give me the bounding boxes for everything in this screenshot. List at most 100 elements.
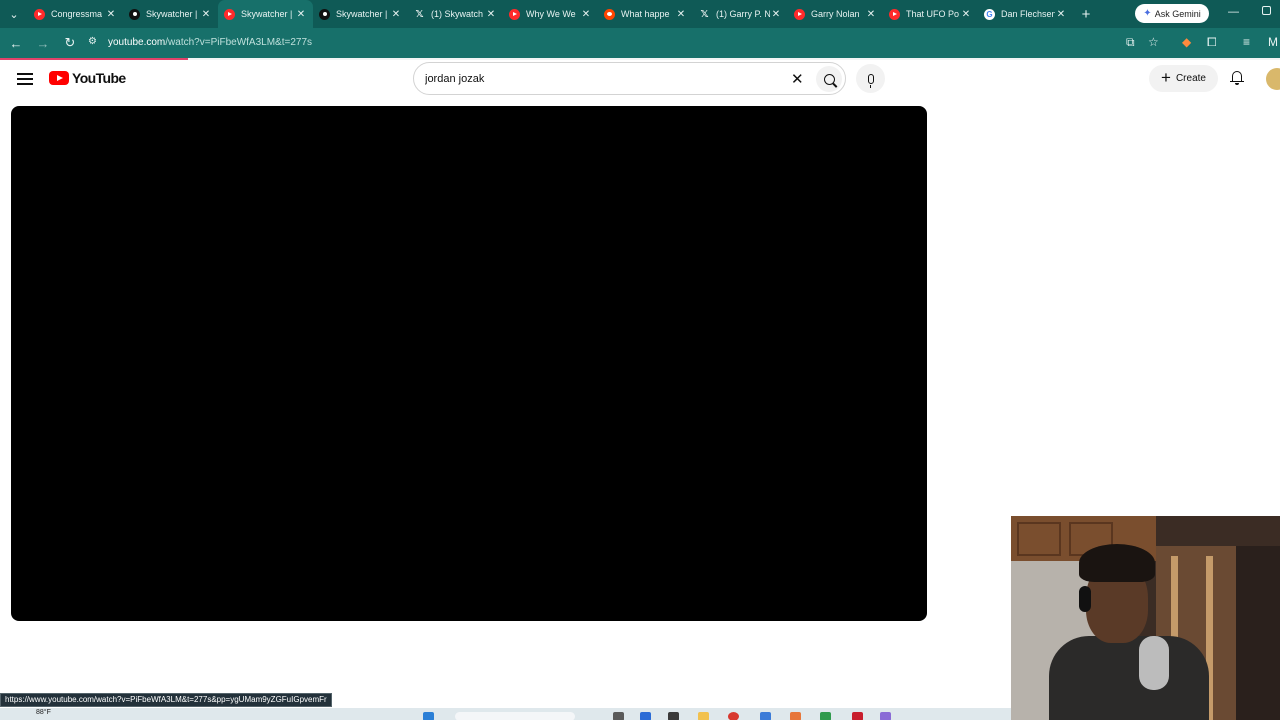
taskbar-search-box[interactable]: [455, 712, 575, 720]
close-tab-icon[interactable]: ✕: [580, 9, 592, 20]
maximize-window-icon[interactable]: [1262, 6, 1271, 15]
close-tab-icon[interactable]: ✕: [390, 9, 402, 20]
tab-title: Congressma: [51, 9, 103, 19]
app-icon[interactable]: [852, 712, 863, 720]
browser-tab[interactable]: 𝕏 (1) Skywatch ✕: [408, 0, 503, 28]
search-input[interactable]: [425, 72, 775, 85]
close-tab-icon[interactable]: ✕: [200, 9, 212, 20]
app-icon[interactable]: [820, 712, 831, 720]
tab-title: Skywatcher |: [146, 9, 198, 19]
close-tab-icon[interactable]: ✕: [485, 9, 497, 20]
browser-tab[interactable]: G Dan Flechsen ✕: [978, 0, 1073, 28]
plus-icon: +: [1161, 68, 1171, 87]
tab-list: Congressma ✕ Skywatcher | ✕ Skywatcher | ✕ …: [28, 0, 1097, 28]
app-icon[interactable]: [668, 712, 679, 720]
close-tab-icon[interactable]: ✕: [865, 9, 877, 20]
guide-menu-icon[interactable]: [16, 70, 34, 88]
extension-fox-icon[interactable]: ◆: [1182, 35, 1191, 49]
browser-tab[interactable]: What happe ✕: [598, 0, 693, 28]
close-tab-icon[interactable]: ✕: [675, 9, 687, 20]
youtube-icon: [889, 8, 900, 20]
search-button[interactable]: [816, 66, 842, 92]
close-tab-icon[interactable]: ✕: [295, 9, 307, 20]
task-view-icon[interactable]: [613, 712, 624, 720]
windows-start-icon[interactable]: [423, 712, 434, 720]
browser-tab-active[interactable]: Skywatcher | ✕: [218, 0, 313, 28]
ask-gemini-button[interactable]: ✦ Ask Gemini: [1135, 4, 1209, 23]
forward-arrow-icon[interactable]: →: [31, 31, 55, 55]
background-dark-area: [1236, 546, 1280, 720]
url-path: /watch?v=PiFbeWfA3LM&t=277s: [165, 37, 313, 48]
ask-gemini-label: Ask Gemini: [1154, 8, 1201, 19]
create-label: Create: [1175, 73, 1206, 84]
url-domain: youtube.com: [108, 37, 166, 48]
close-tab-icon[interactable]: ✕: [1055, 9, 1067, 20]
browser-tab[interactable]: Why We We ✕: [503, 0, 598, 28]
page-load-progress-bar: [0, 58, 188, 60]
tab-title: (1) Garry P. N: [716, 9, 770, 19]
browser-tab[interactable]: Congressma ✕: [28, 0, 123, 28]
browser-tab[interactable]: Skywatcher | ✕: [123, 0, 218, 28]
tab-title: Why We We: [526, 9, 576, 19]
search-box: ✕: [413, 62, 846, 95]
notifications-bell-icon[interactable]: [1230, 70, 1244, 86]
reddit-icon: [604, 8, 615, 20]
tiktok-icon: [319, 8, 330, 20]
app-icon[interactable]: [880, 712, 891, 720]
tab-title: Dan Flechsen: [1001, 9, 1055, 19]
tab-title: Garry Nolan: [811, 9, 860, 19]
youtube-icon: [224, 8, 235, 20]
webcam-overlay: [1011, 516, 1280, 720]
link-hover-status: https://www.youtube.com/watch?v=PiFbeWfA…: [0, 693, 332, 707]
profile-icon[interactable]: M: [1268, 35, 1278, 49]
podcast-microphone: [1139, 636, 1169, 690]
video-player[interactable]: [11, 106, 927, 621]
chrome-icon[interactable]: [728, 712, 739, 720]
youtube-icon: [34, 8, 45, 20]
windows-taskbar: 88°F: [0, 708, 1011, 720]
browser-tab[interactable]: Garry Nolan ✕: [788, 0, 883, 28]
app-icon[interactable]: [640, 712, 651, 720]
install-app-icon[interactable]: ⧉: [1126, 35, 1135, 50]
browser-toolbar: ← → ↻ ⚙ youtube.com/watch?v=PiFbeWfA3LM&…: [0, 28, 1280, 58]
youtube-icon: [794, 8, 805, 20]
address-bar[interactable]: youtube.com/watch?v=PiFbeWfA3LM&t=277s: [108, 37, 312, 48]
create-button[interactable]: + Create: [1149, 65, 1218, 92]
cabinet-door: [1017, 522, 1061, 556]
new-tab-button[interactable]: +: [1075, 0, 1097, 28]
youtube-logo[interactable]: YouTube: [49, 70, 126, 86]
close-tab-icon[interactable]: ✕: [960, 9, 972, 20]
voice-search-button[interactable]: [856, 64, 885, 93]
reading-list-icon[interactable]: ≡: [1243, 35, 1250, 49]
site-settings-icon[interactable]: ⚙: [88, 36, 97, 47]
minimize-window-icon[interactable]: —: [1228, 6, 1239, 18]
person-torso: [1049, 636, 1209, 720]
youtube-icon: [509, 8, 520, 20]
close-tab-icon[interactable]: ✕: [105, 9, 117, 20]
google-icon: G: [984, 8, 995, 20]
clear-search-icon[interactable]: ✕: [791, 70, 804, 88]
back-arrow-icon[interactable]: ←: [4, 31, 28, 55]
weather-widget[interactable]: 88°F: [36, 709, 51, 716]
browser-tab[interactable]: That UFO Po ✕: [883, 0, 978, 28]
search-icon: [823, 73, 835, 85]
tab-search-chevron-icon[interactable]: ⌄: [0, 0, 28, 28]
account-avatar[interactable]: [1266, 68, 1280, 90]
extensions-puzzle-icon[interactable]: ⧠: [1207, 35, 1217, 50]
gemini-sparkle-icon: ✦: [1143, 8, 1152, 19]
browser-tab[interactable]: Skywatcher | ✕: [313, 0, 408, 28]
app-icon[interactable]: [760, 712, 771, 720]
bookmark-star-icon[interactable]: ☆: [1148, 35, 1159, 49]
microphone-icon: [867, 73, 874, 88]
youtube-play-icon: [49, 71, 69, 85]
tab-title: (1) Skywatch: [431, 9, 484, 19]
tab-title: What happe: [621, 9, 670, 19]
file-explorer-icon[interactable]: [698, 712, 709, 720]
browser-tab[interactable]: 𝕏 (1) Garry P. N ✕: [693, 0, 788, 28]
x-icon: 𝕏: [415, 8, 424, 20]
youtube-logo-text: YouTube: [72, 70, 126, 86]
close-tab-icon[interactable]: ✕: [770, 9, 782, 20]
app-icon[interactable]: [790, 712, 801, 720]
person-hair: [1079, 544, 1155, 582]
reload-icon[interactable]: ↻: [58, 31, 82, 55]
